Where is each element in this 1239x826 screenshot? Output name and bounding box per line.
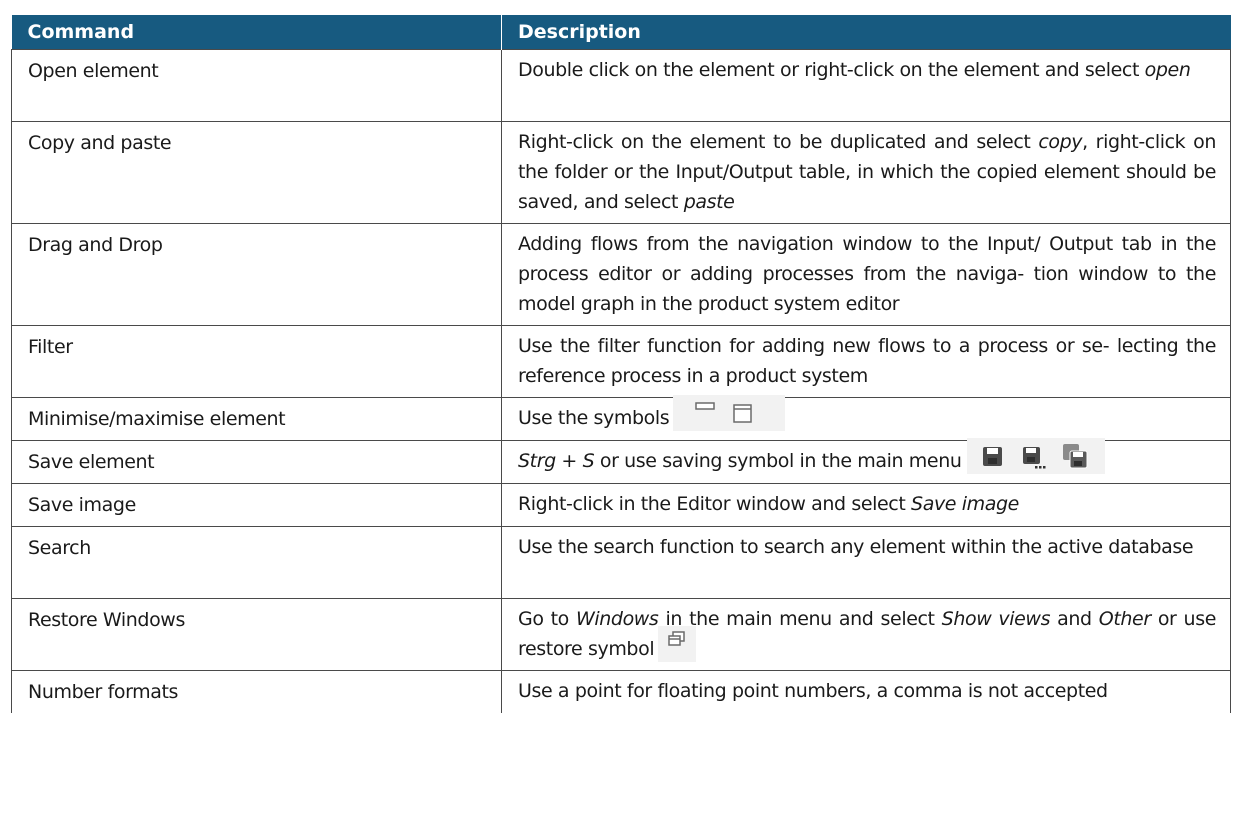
- command-cell: Save element: [11, 440, 502, 484]
- table-row: Search Use the search function to search…: [11, 526, 1231, 599]
- table-row: Minimise/maximise element Use the symbol…: [11, 395, 1231, 441]
- table-row: Open element Double click on the element…: [11, 49, 1231, 122]
- table-row: Save image Right-click in the Editor win…: [11, 483, 1231, 527]
- description-cell: Adding flows from the navigation window …: [501, 223, 1231, 326]
- command-cell: Copy and paste: [11, 121, 502, 224]
- restore-symbol-strip: [658, 626, 697, 662]
- command-cell: Drag and Drop: [11, 223, 502, 326]
- description-cell: Use a point for floating point numbers, …: [501, 670, 1231, 713]
- table-row: Save element Strg + S or use saving symb…: [11, 438, 1231, 484]
- command-cell: Restore Windows: [11, 598, 502, 671]
- description-cell: Use the symbols: [501, 395, 1231, 441]
- description-cell: Strg + S or use saving symbol in the mai…: [501, 438, 1231, 484]
- save-icon[interactable]: [981, 438, 1005, 474]
- header-description: Description: [501, 15, 1231, 50]
- command-cell: Open element: [11, 49, 502, 122]
- window-symbols-strip: [673, 395, 786, 431]
- command-cell: Search: [11, 526, 502, 599]
- command-cell: Filter: [11, 325, 502, 398]
- description-cell: Use the filter function for adding new f…: [501, 325, 1231, 398]
- description-cell: Use the search function to search any el…: [501, 526, 1231, 599]
- table-row: Drag and Drop Adding flows from the navi…: [11, 223, 1231, 326]
- table-row: Copy and paste Right-click on the elemen…: [11, 121, 1231, 224]
- description-cell: Double click on the element or right-cli…: [501, 49, 1231, 122]
- command-cell: Number formats: [11, 670, 502, 713]
- command-cell: Save image: [11, 483, 502, 527]
- minimise-icon[interactable]: [693, 395, 717, 431]
- description-cell: Go to Windows in the main menu and selec…: [501, 598, 1231, 671]
- table-row: Number formats Use a point for floating …: [11, 670, 1231, 713]
- table-header-row: Command Description: [11, 15, 1231, 50]
- description-cell: Right-click on the element to be duplica…: [501, 121, 1231, 224]
- description-cell: Right-click in the Editor window and sel…: [501, 483, 1231, 527]
- table-row: Filter Use the filter function for addin…: [11, 325, 1231, 398]
- maximise-icon[interactable]: [731, 395, 755, 431]
- save-as-icon[interactable]: [1021, 438, 1047, 474]
- restore-icon[interactable]: [666, 626, 688, 662]
- commands-table: Command Description Open element Double …: [11, 15, 1231, 713]
- save-symbols-strip: [967, 438, 1106, 474]
- command-cell: Minimise/maximise element: [11, 397, 502, 441]
- save-all-icon[interactable]: [1061, 438, 1089, 474]
- table-row: Restore Windows Go to Windows in the mai…: [11, 598, 1231, 671]
- header-command: Command: [11, 15, 502, 50]
